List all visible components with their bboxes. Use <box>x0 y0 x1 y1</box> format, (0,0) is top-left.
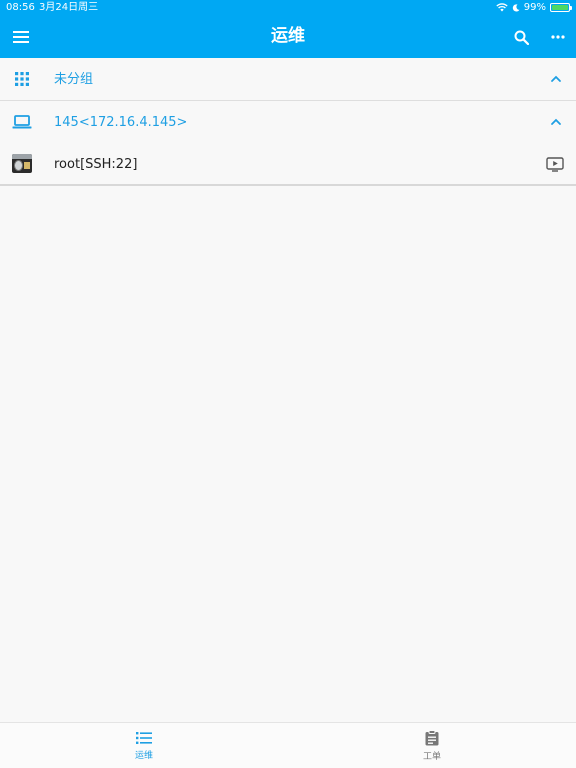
host-row[interactable]: 145<172.16.4.145> <box>0 101 576 143</box>
wifi-icon <box>496 3 508 12</box>
status-time: 08:56 <box>6 2 35 13</box>
laptop-icon <box>12 112 32 132</box>
terminal-app-icon-screen <box>24 162 30 169</box>
terminal-app-icon <box>12 154 32 173</box>
tab-ops-label: 运维 <box>134 751 153 761</box>
moon-icon <box>512 3 520 12</box>
terminal-app-icon-bar <box>12 154 32 159</box>
launch-screen-icon[interactable] <box>546 155 564 173</box>
group-row-ungrouped[interactable]: 未分组 <box>0 58 576 101</box>
more-horizontal-icon <box>551 35 565 39</box>
battery-fill <box>552 5 568 10</box>
clipboard-icon <box>425 730 439 746</box>
battery-icon <box>550 3 572 12</box>
status-bar: 08:56 3月24日周三 99% <box>0 0 576 15</box>
search-button[interactable] <box>508 24 534 50</box>
page-title: 运维 <box>271 26 305 46</box>
host-label: 145<172.16.4.145> <box>54 115 188 130</box>
header: 08:56 3月24日周三 99% 运维 <box>0 0 576 58</box>
status-date: 3月24日周三 <box>39 2 99 13</box>
group-label: 未分组 <box>54 72 94 87</box>
tab-ops[interactable]: 运维 <box>104 723 184 768</box>
terminal-app-icon-disc <box>14 160 23 171</box>
menu-icon <box>13 31 29 43</box>
tab-ticket-label: 工单 <box>422 752 441 762</box>
menu-button[interactable] <box>8 24 34 50</box>
battery-percent: 99% <box>523 2 546 13</box>
grid-icon <box>12 69 32 89</box>
list-icon <box>136 732 152 744</box>
more-button[interactable] <box>545 24 571 50</box>
account-label: root[SSH:22] <box>54 157 138 172</box>
asset-list: 未分组 145<172.16.4.145> root[SSH:22] <box>0 58 576 186</box>
chevron-up-icon[interactable] <box>548 114 564 130</box>
account-row[interactable]: root[SSH:22] <box>0 143 576 186</box>
chevron-up-icon[interactable] <box>548 71 564 87</box>
bottom-tab-bar: 运维 工单 <box>0 722 576 768</box>
app-bar: 运维 <box>0 15 576 58</box>
status-right: 99% <box>496 0 572 15</box>
search-icon <box>514 30 529 45</box>
tab-ticket[interactable]: 工单 <box>392 723 472 768</box>
